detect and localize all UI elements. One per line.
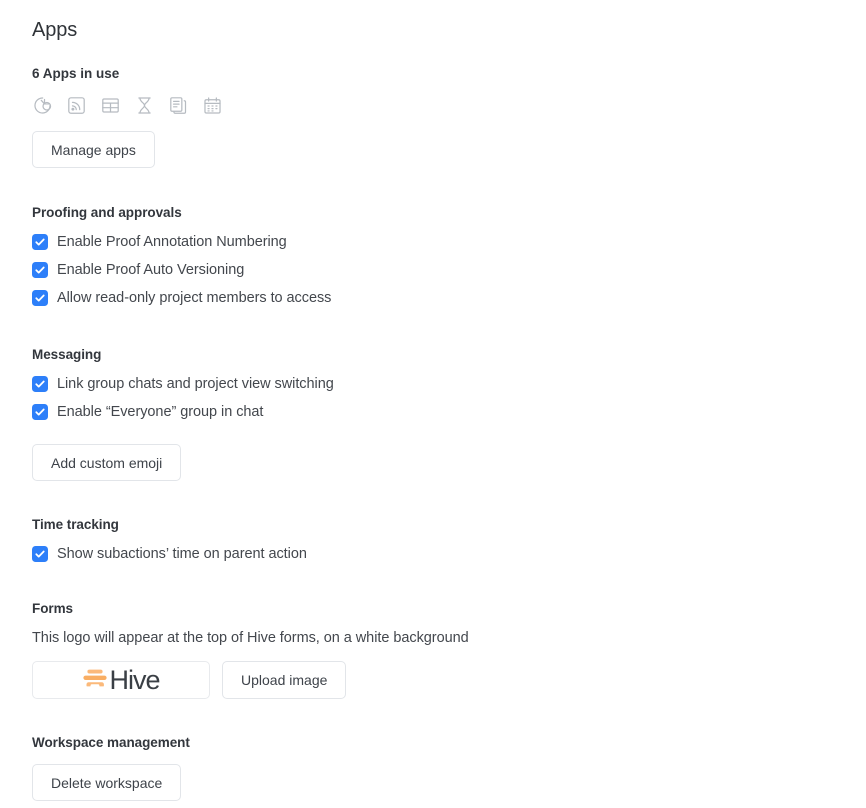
rss-feed-icon[interactable] (66, 95, 87, 116)
messaging-section: Messaging Link group chats and project v… (32, 346, 866, 481)
forms-section-label: Forms (32, 601, 74, 616)
checkbox-label: Enable Proof Auto Versioning (57, 262, 245, 278)
messaging-section-label: Messaging (32, 347, 102, 362)
upload-image-button[interactable]: Upload image (222, 661, 347, 699)
proofing-section-label: Proofing and approvals (32, 205, 182, 220)
table-grid-icon[interactable] (100, 95, 121, 116)
manage-apps-button[interactable]: Manage apps (32, 131, 155, 168)
hive-wordmark: Hive (109, 664, 160, 695)
checkbox-icon[interactable] (32, 404, 48, 420)
apps-in-use-block: 6 Apps in use Manage apps (32, 65, 866, 168)
time-tracking-section: Time tracking Show subactions’ time on p… (32, 516, 866, 568)
forms-section: Forms This logo will appear at the top o… (32, 600, 866, 699)
calendar-icon[interactable] (202, 95, 223, 116)
workspace-management-section-label: Workspace management (32, 735, 190, 750)
checkbox-icon[interactable] (32, 546, 48, 562)
delete-workspace-button[interactable]: Delete workspace (32, 764, 182, 801)
hive-logo: Hive (82, 664, 161, 695)
checkbox-label: Enable Proof Annotation Numbering (57, 234, 287, 250)
checkbox-icon[interactable] (32, 262, 48, 278)
workspace-management-section: Workspace management Delete workspace (32, 734, 866, 801)
checkbox-row-readonly-members-access[interactable]: Allow read-only project members to acces… (32, 284, 866, 312)
checkbox-icon[interactable] (32, 290, 48, 306)
hive-mark-icon (82, 666, 108, 695)
checkbox-label: Allow read-only project members to acces… (57, 290, 332, 306)
pie-chart-icon[interactable] (32, 95, 53, 116)
forms-logo-row: Hive Upload image (32, 661, 866, 699)
proofing-options-list: Enable Proof Annotation Numbering Enable… (32, 228, 866, 312)
documents-icon[interactable] (168, 95, 189, 116)
forms-logo-preview[interactable]: Hive (32, 661, 210, 699)
messaging-options-list: Link group chats and project view switch… (32, 370, 866, 426)
checkbox-row-proof-auto-versioning[interactable]: Enable Proof Auto Versioning (32, 256, 866, 284)
checkbox-label: Enable “Everyone” group in chat (57, 404, 264, 420)
checkbox-icon[interactable] (32, 376, 48, 392)
hourglass-icon[interactable] (134, 95, 155, 116)
checkbox-row-everyone-group-chat[interactable]: Enable “Everyone” group in chat (32, 398, 866, 426)
apps-count-label: 6 Apps in use (32, 66, 120, 81)
forms-help-text: This logo will appear at the top of Hive… (32, 630, 469, 646)
time-tracking-options-list: Show subactions’ time on parent action (32, 540, 866, 568)
time-tracking-section-label: Time tracking (32, 517, 119, 532)
checkbox-label: Show subactions’ time on parent action (57, 546, 307, 562)
add-custom-emoji-button[interactable]: Add custom emoji (32, 444, 182, 481)
apps-icon-row (32, 93, 866, 117)
apps-settings-page: Apps 6 Apps in use Manage apps Proofing … (0, 0, 866, 808)
checkbox-row-link-group-chats[interactable]: Link group chats and project view switch… (32, 370, 866, 398)
checkbox-row-show-subactions-time[interactable]: Show subactions’ time on parent action (32, 540, 866, 568)
checkbox-label: Link group chats and project view switch… (57, 376, 334, 392)
proofing-and-approvals-section: Proofing and approvals Enable Proof Anno… (32, 204, 866, 312)
page-title: Apps (32, 19, 78, 41)
checkbox-icon[interactable] (32, 234, 48, 250)
checkbox-row-proof-annotation-numbering[interactable]: Enable Proof Annotation Numbering (32, 228, 866, 256)
